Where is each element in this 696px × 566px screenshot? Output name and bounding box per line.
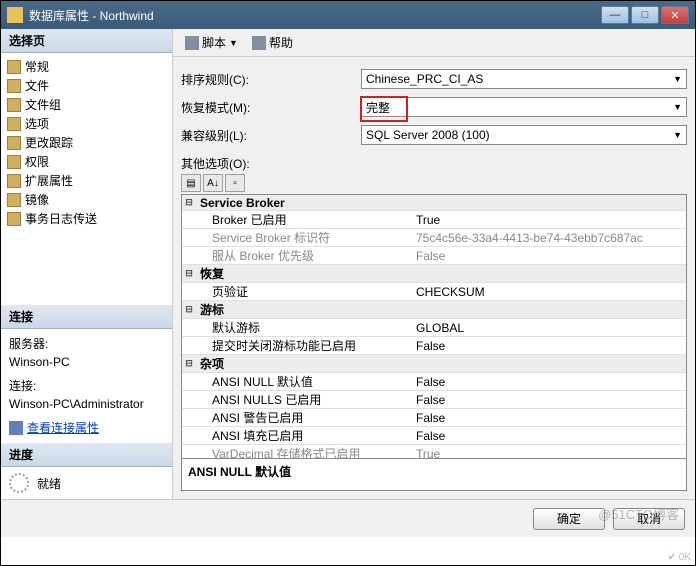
right-pane: 脚本▼ 帮助 排序规则(C): Chinese_PRC_CI_AS▼ 恢复模式(… — [173, 29, 695, 499]
grid-row[interactable]: 页验证CHECKSUM — [182, 283, 686, 301]
connection-header: 连接 — [1, 305, 172, 329]
help-button[interactable]: 帮助 — [248, 32, 297, 53]
progress-spinner-icon — [9, 473, 29, 493]
progress-status: 就绪 — [37, 475, 61, 492]
other-options-label: 其他选项(O): — [181, 155, 687, 172]
page-icon — [7, 79, 21, 93]
tree-item[interactable]: 常规 — [3, 57, 170, 76]
script-button[interactable]: 脚本▼ — [181, 32, 242, 53]
tree-item[interactable]: 选项 — [3, 114, 170, 133]
grid-toolbar: ▤ A↓ ▫ — [181, 174, 687, 192]
server-label: 服务器: — [9, 335, 164, 353]
chevron-down-icon: ▼ — [673, 102, 682, 112]
connection-icon — [9, 421, 23, 435]
view-connection-link[interactable]: 查看连接属性 — [9, 419, 164, 437]
server-value: Winson-PC — [9, 353, 164, 371]
cancel-button[interactable]: 取消 — [613, 508, 685, 530]
page-icon — [7, 155, 21, 169]
left-pane: 选择页 常规文件文件组选项更改跟踪权限扩展属性镜像事务日志传送 连接 服务器: … — [1, 29, 173, 499]
grid-row[interactable]: ANSI 填充已启用False — [182, 427, 686, 445]
recovery-label: 恢复模式(M): — [181, 99, 361, 116]
grid-row[interactable]: ANSI NULL 默认值False — [182, 373, 686, 391]
view-connection-label: 查看连接属性 — [27, 419, 99, 437]
chevron-down-icon: ▼ — [673, 74, 682, 84]
categorized-button[interactable]: ▤ — [181, 174, 201, 192]
grid-row[interactable]: VarDecimal 存储格式已启用True — [182, 445, 686, 459]
progress-header: 进度 — [1, 443, 172, 467]
ok-button[interactable]: 确定 — [533, 508, 605, 530]
page-icon — [7, 98, 21, 112]
collation-label: 排序规则(C): — [181, 71, 361, 88]
grid-category[interactable]: ⊟游标 — [182, 301, 686, 319]
alphabetical-button[interactable]: A↓ — [203, 174, 223, 192]
tree-item[interactable]: 扩展属性 — [3, 171, 170, 190]
property-grid[interactable]: ⊟Service BrokerBroker 已启用TrueService Bro… — [181, 194, 687, 459]
tree-item[interactable]: 权限 — [3, 152, 170, 171]
page-tree: 常规文件文件组选项更改跟踪权限扩展属性镜像事务日志传送 — [1, 53, 172, 232]
grid-row[interactable]: ANSI 警告已启用False — [182, 409, 686, 427]
grid-row[interactable]: 提交时关闭游标功能已启用False — [182, 337, 686, 355]
page-icon — [7, 193, 21, 207]
grid-row[interactable]: ANSI NULLS 已启用False — [182, 391, 686, 409]
script-icon — [185, 36, 199, 50]
grid-row[interactable]: Broker 已启用True — [182, 211, 686, 229]
grid-category[interactable]: ⊟杂项 — [182, 355, 686, 373]
recovery-combo[interactable]: 完整▼ — [361, 97, 687, 117]
connection-value: Winson-PC\Administrator — [9, 395, 164, 413]
grid-category[interactable]: ⊟恢复 — [182, 265, 686, 283]
tree-item[interactable]: 文件组 — [3, 95, 170, 114]
page-icon — [7, 60, 21, 74]
grid-extra-button[interactable]: ▫ — [225, 174, 245, 192]
grid-category[interactable]: ⊟Service Broker — [182, 195, 686, 211]
page-icon — [7, 212, 21, 226]
page-icon — [7, 117, 21, 131]
watermark-corner: ✔ 0K — [668, 552, 691, 563]
page-icon — [7, 174, 21, 188]
select-page-header: 选择页 — [1, 29, 172, 53]
property-description: ANSI NULL 默认值 — [181, 459, 687, 491]
dialog-footer: 确定 取消 — [1, 499, 695, 537]
app-icon — [7, 7, 23, 23]
content-toolbar: 脚本▼ 帮助 — [173, 29, 695, 57]
chevron-down-icon: ▼ — [673, 130, 682, 140]
grid-row[interactable]: 服从 Broker 优先级False — [182, 247, 686, 265]
title-bar: 数据库属性 - Northwind — □ ✕ — [1, 1, 695, 29]
tree-item[interactable]: 镜像 — [3, 190, 170, 209]
help-icon — [252, 36, 266, 50]
collation-combo[interactable]: Chinese_PRC_CI_AS▼ — [361, 69, 687, 89]
grid-row[interactable]: Service Broker 标识符75c4c56e-33a4-4413-be7… — [182, 229, 686, 247]
page-icon — [7, 136, 21, 150]
compat-label: 兼容级别(L): — [181, 127, 361, 144]
tree-item[interactable]: 文件 — [3, 76, 170, 95]
window-title: 数据库属性 - Northwind — [29, 7, 601, 24]
close-button[interactable]: ✕ — [661, 6, 689, 24]
compat-combo[interactable]: SQL Server 2008 (100)▼ — [361, 125, 687, 145]
minimize-button[interactable]: — — [601, 6, 629, 24]
tree-item[interactable]: 更改跟踪 — [3, 133, 170, 152]
maximize-button[interactable]: □ — [631, 6, 659, 24]
grid-row[interactable]: 默认游标GLOBAL — [182, 319, 686, 337]
tree-item[interactable]: 事务日志传送 — [3, 209, 170, 228]
connection-label: 连接: — [9, 377, 164, 395]
